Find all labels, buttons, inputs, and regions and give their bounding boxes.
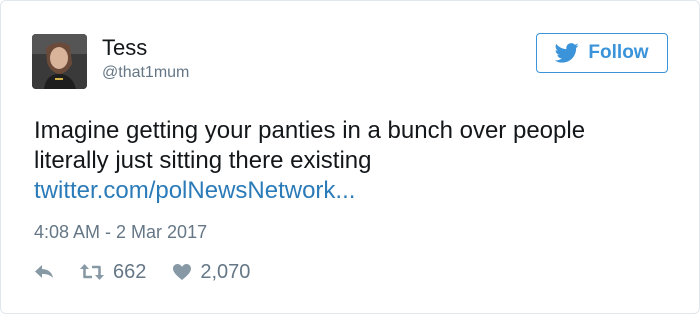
avatar[interactable]	[32, 34, 87, 89]
retweet-count: 662	[113, 260, 147, 283]
follow-button[interactable]: Follow	[536, 33, 668, 73]
author-handle[interactable]: @that1mum	[102, 63, 189, 83]
follow-button-label: Follow	[588, 42, 649, 63]
tweet-link[interactable]: twitter.com/polNewsNetwork...	[34, 177, 355, 204]
tweet-actions: 662 2,070	[34, 258, 250, 286]
reply-button[interactable]	[34, 264, 54, 280]
tweet-timestamp[interactable]: 4:08 AM - 2 Mar 2017	[34, 221, 207, 243]
retweet-button[interactable]: 662	[79, 261, 146, 284]
tweet-card: Tess @that1mum Follow Imagine getting yo…	[0, 0, 700, 314]
heart-icon	[173, 264, 192, 280]
author-display-name[interactable]: Tess	[102, 35, 147, 61]
tweet-text-line-1: Imagine getting your panties in a bunch …	[34, 117, 586, 144]
avatar-image	[32, 34, 87, 89]
reply-icon	[35, 265, 53, 278]
tweet-text: Imagine getting your panties in a bunch …	[34, 116, 674, 206]
retweet-icon	[80, 264, 104, 280]
like-count: 2,070	[200, 260, 251, 283]
twitter-bird-icon	[555, 43, 580, 63]
like-button[interactable]: 2,070	[172, 261, 250, 284]
tweet-text-line-2: literally just sitting there existing	[34, 147, 372, 174]
